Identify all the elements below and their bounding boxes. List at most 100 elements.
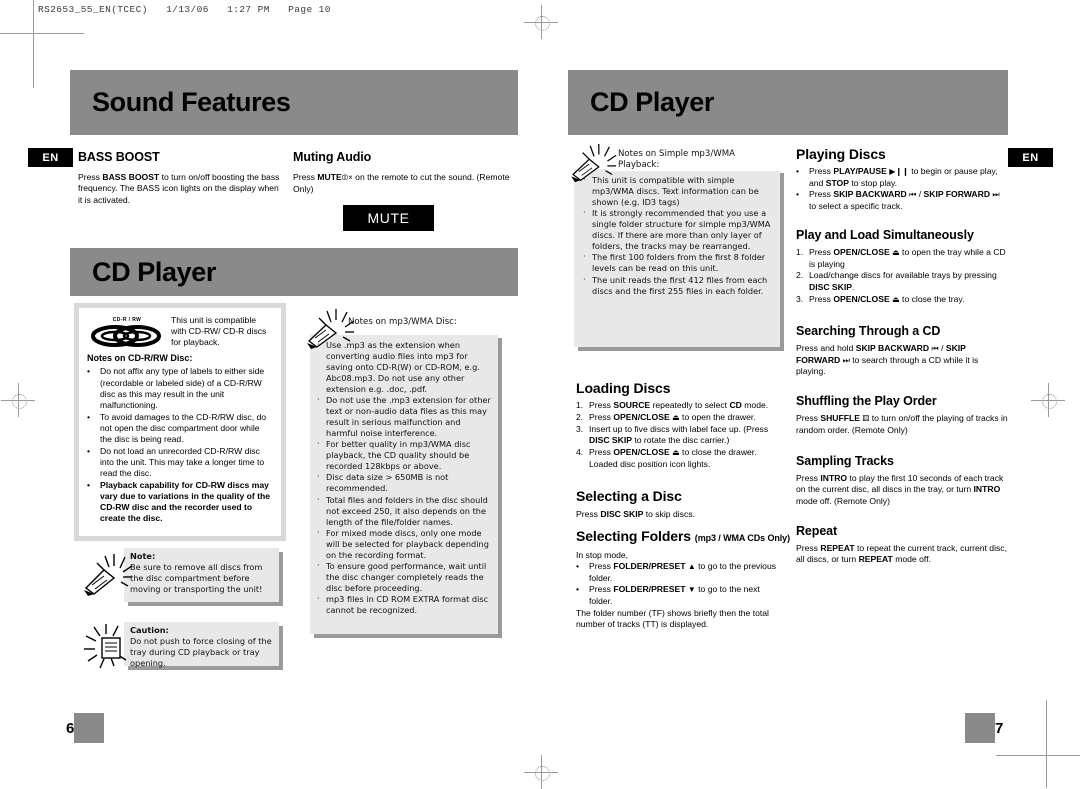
cd-r-rw-logo-glyph [91, 324, 161, 347]
page-number-left-square [74, 713, 105, 743]
bullet-dot: • [796, 166, 800, 176]
bullet-dot: • [796, 189, 800, 200]
note-callout-body: Be sure to remove all discs from the dis… [130, 561, 263, 594]
mp3-bullet-3: Disc data size > 650MB is not recommende… [326, 472, 449, 494]
text-selecting-folders-intro: In stop mode, [576, 550, 629, 560]
mp3-bullet-7: mp3 files in CD ROM EXTRA format disc ca… [326, 594, 489, 616]
bullet-dot: · [317, 593, 320, 604]
folder-bullet-0-key: FOLDER/PRESET [613, 561, 686, 571]
bullet-dot: · [317, 526, 320, 537]
folder-bullet-1-pre: Press [589, 584, 614, 595]
en-tag-right: EN [1008, 148, 1053, 167]
registration-mark-right [1031, 383, 1065, 417]
bullet-dot: · [583, 174, 586, 184]
heading-selecting-disc: Selecting a Disc [576, 488, 682, 504]
cdrw-bullet-1: To avoid damages to the CD-R/RW disc, do… [100, 411, 267, 444]
repeat-key: REPEAT [820, 543, 855, 553]
bullet-dot: • [87, 411, 91, 422]
caution-callout-body: Do not push to force closing of the tray… [130, 635, 272, 668]
bullet-dot: · [317, 438, 320, 449]
list-item: 4. Press OPEN/CLOSE ⏏ to close the drawer… [576, 447, 781, 470]
heading-play-load: Play and Load Simultaneously [796, 228, 974, 242]
folder-bullet-0-pre: Press [589, 561, 614, 571]
list-item: · The first 100 folders from the first 8 … [582, 251, 774, 274]
note-callout-text: Note: Be sure to remove all discs from t… [130, 551, 276, 595]
bullet-dot: • [576, 584, 580, 595]
banner-sound-features: Sound Features [70, 70, 518, 135]
mp3-bullet-0: Use .mp3 as the extension when convertin… [326, 340, 480, 394]
eject-icon: ⏏ [892, 248, 900, 257]
folder-bullet-1-key: FOLDER/PRESET [613, 584, 686, 595]
bullet-dot: · [317, 493, 320, 504]
playload-1-key: DISC SKIP [809, 281, 852, 292]
searching-pre: Press and hold [796, 343, 856, 353]
list-item: 1. Press OPEN/CLOSE ⏏ to open the tray wh… [796, 247, 1008, 270]
list-item: 3. Press OPEN/CLOSE ⏏ to close the tray. [796, 294, 1008, 306]
step-1-pre: Press [589, 411, 614, 422]
mp3-notes-list: · Use .mp3 as the extension when converti… [316, 339, 492, 617]
banner-sound-features-title: Sound Features [92, 87, 291, 117]
playload-2-post: to close the tray. [899, 293, 965, 304]
crop-mark-top-left-v [33, 0, 34, 88]
list-item: 2. Load/change discs for available trays … [796, 270, 1008, 293]
list-item: · To ensure good performance, wait until … [316, 560, 492, 594]
repeat-post2: mode off. [892, 554, 931, 565]
step-number: 1. [796, 247, 804, 257]
step-0-pre: Press [589, 400, 614, 410]
list-item: 1. Press SOURCE repeatedly to select CD m… [576, 400, 781, 411]
bullet-dot: · [317, 560, 320, 571]
searching-mid: / [938, 343, 946, 353]
bullet-dot: · [583, 251, 586, 262]
eject-icon: ⏏ [892, 294, 900, 304]
step-number: 1. [576, 400, 584, 410]
cdrw-bullet-bold: Playback capability for CD-RW discs may … [100, 479, 270, 524]
text-repeat: Press REPEAT to repeat the current track… [796, 543, 1008, 566]
caution-callout-title: Caution: [130, 625, 169, 635]
mp3-bullet-2: For better quality in mp3/WMA disc playb… [326, 439, 471, 471]
simple-playback-callout: Notes on Simple mp3/WMA Playback: · This … [566, 143, 788, 358]
cdrw-notes-box: CD-R / RW This unit is compatible with C… [74, 303, 286, 541]
heading-selecting-folders: Selecting Folders (mp3 / WMA CDs Only) [576, 528, 790, 544]
sampling-post2: mode off. (Remote Only) [796, 495, 890, 506]
mp3-notes-title: Notes on mp3/WMA Disc: [348, 317, 457, 327]
manual-page-spread: RS2653_55_EN(TCEC) 1/13/06 1:27 PM Page … [0, 0, 1080, 789]
note-callout: Note: Be sure to remove all discs from t… [78, 546, 283, 608]
crop-mark-bottom-right-h [996, 755, 1080, 756]
file-header-text: RS2653_55_EN(TCEC) 1/13/06 1:27 PM Page … [38, 4, 331, 15]
simple-playback-title: Notes on Simple mp3/WMA Playback: [618, 149, 736, 171]
list-item: • Do not affix any type of labels to eith… [87, 366, 273, 411]
cdrw-notes-inner: CD-R / RW This unit is compatible with C… [79, 308, 281, 536]
simple-bullet-2: The first 100 folders from the first 8 f… [592, 252, 766, 274]
step-2-key: DISC SKIP [589, 435, 632, 446]
heading-bass-boost: BASS BOOST [78, 150, 160, 164]
text-selecting-disc: Press DISC SKIP to skip discs. [576, 509, 781, 520]
step-3-pre: Press [589, 447, 614, 458]
mute-button-graphic: MUTE [343, 205, 434, 231]
registration-mark-bottom [524, 755, 558, 789]
playing-bullet-0-post2: to stop play. [848, 177, 898, 188]
list-item: · For mixed mode discs, only one mode wil… [316, 526, 492, 561]
mp3-bullet-1: Do not use the .mp3 extension for other … [326, 395, 491, 438]
heading-playing-discs: Playing Discs [796, 146, 886, 162]
crop-mark-bottom-right-v [1046, 700, 1047, 788]
page-number-left: 6 [66, 713, 105, 743]
playing-bullet-1-mid: / [916, 189, 924, 200]
cdrw-intro-text: This unit is compatible with CD-RW/ CD-R… [171, 315, 267, 348]
text-shuffling: Press SHUFFLE ⚄ to turn on/off the playi… [796, 413, 1008, 436]
banner-cd-player-right-title: CD Player [590, 87, 714, 117]
playing-bullet-0-key: PLAY/PAUSE [833, 166, 887, 176]
step-0-key: SOURCE [613, 400, 651, 410]
page-number-right-value: 7 [995, 719, 1004, 737]
step-2-post: to rotate the disc carrier.) [631, 435, 730, 446]
selecting-folders-subtitle: (mp3 / WMA CDs Only) [694, 533, 790, 543]
banner-cd-player-left-title: CD Player [92, 256, 216, 287]
cd-r-rw-logo-caption: CD-R / RW [112, 317, 142, 323]
banner-cd-player-right: CD Player [568, 70, 1008, 135]
step-1-post: to open the drawer. [679, 411, 756, 422]
eject-icon: ⏏ [672, 448, 680, 458]
list-item: · Total files and folders in the disc sho… [316, 493, 492, 528]
step-0-key2: CD [729, 400, 742, 410]
loading-discs-steps: 1. Press SOURCE repeatedly to select CD m… [576, 400, 781, 470]
repeat-pre: Press [796, 543, 821, 553]
crop-mark-top-left-h [0, 33, 84, 34]
